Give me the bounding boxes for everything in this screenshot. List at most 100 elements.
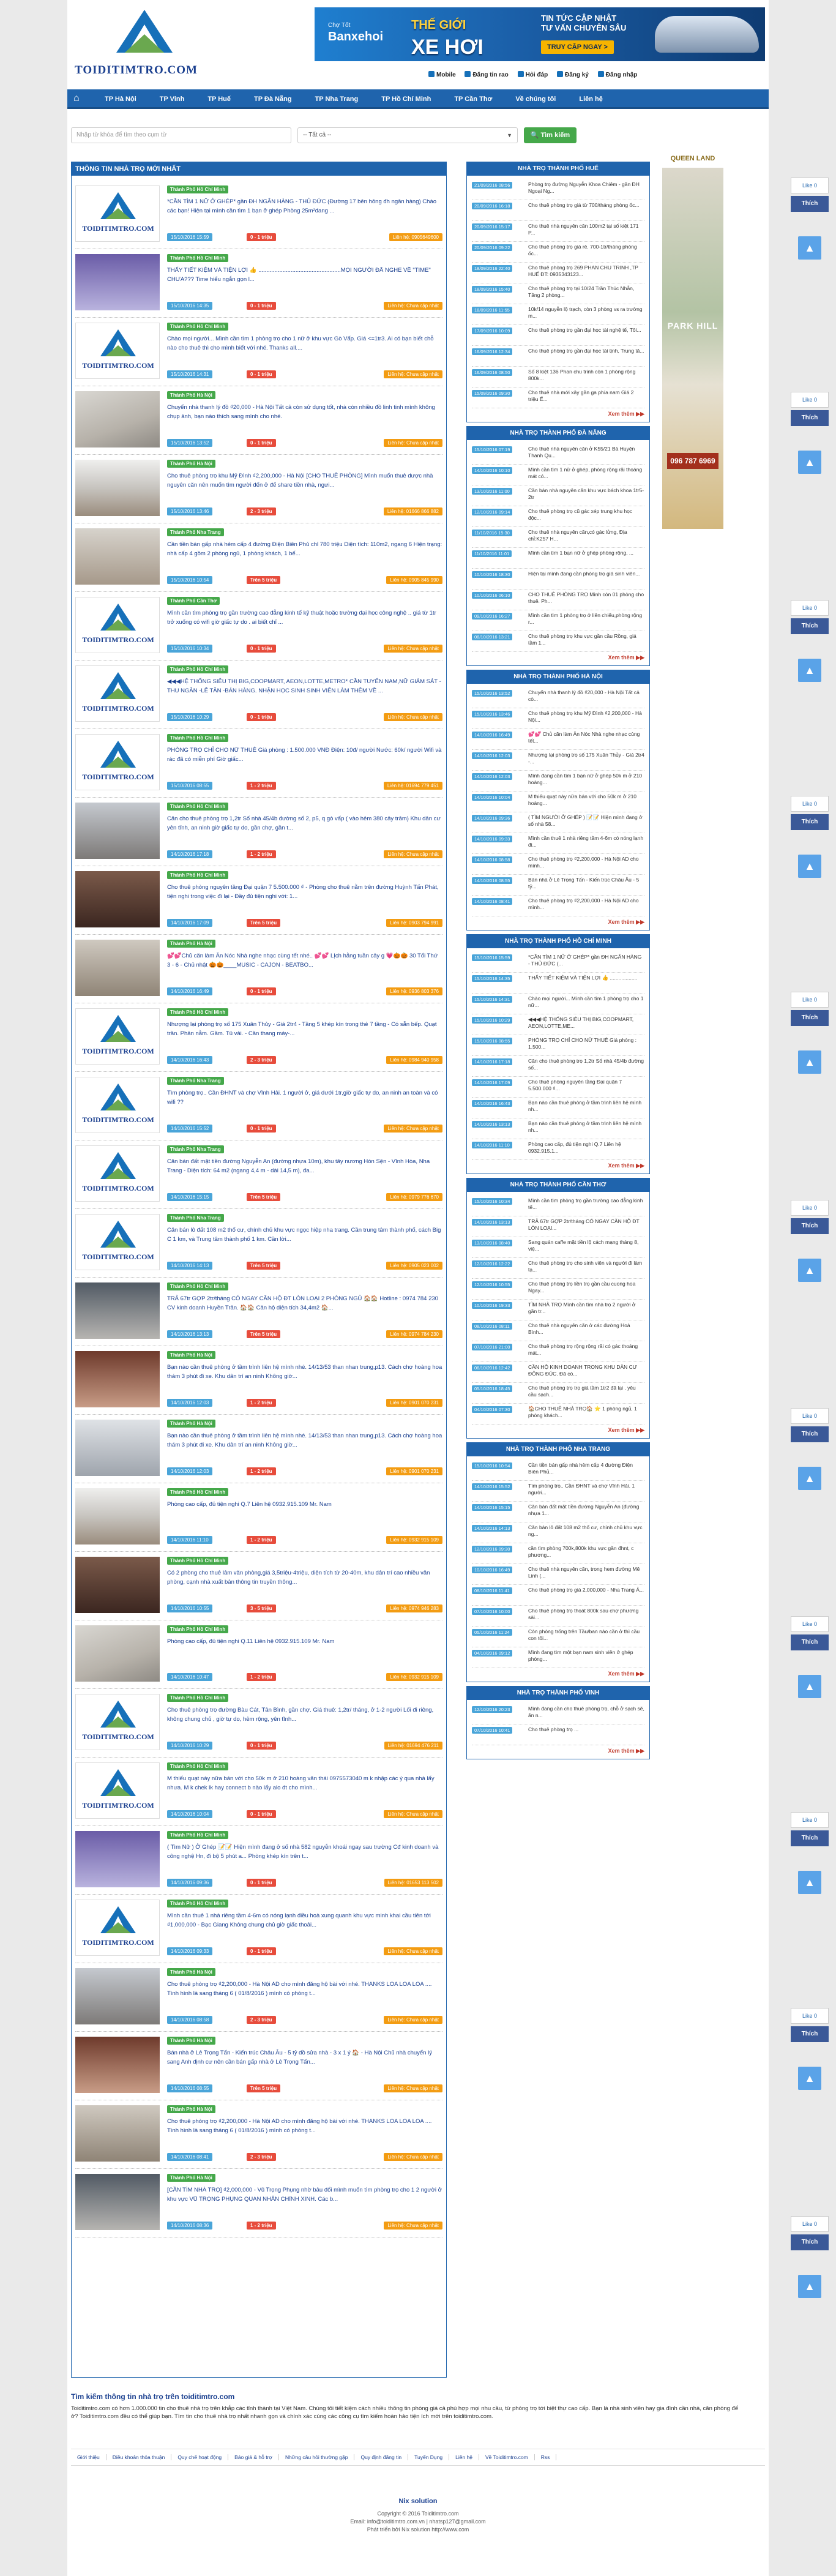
city-item-text[interactable]: 10k/14 nguyễn lộ trạch, còn 3 phòng vs r…: [528, 306, 644, 321]
city-box-title[interactable]: NHÀ TRỌ THÀNH PHỐ VINH: [467, 1687, 649, 1700]
listing-item[interactable]: Thành Phố Hồ Chí Minh Cho thuê phòng nguy…: [75, 866, 442, 935]
listing-item[interactable]: Thành Phố Hồ Chí Minh Căn cho thuê phòng …: [75, 798, 442, 866]
facebook-like-count[interactable]: Like 0: [791, 1200, 829, 1216]
facebook-like-button[interactable]: Thích: [791, 410, 829, 426]
listing-category[interactable]: Thành Phố Hồ Chí Minh: [167, 1762, 229, 1770]
facebook-like-button[interactable]: Thích: [791, 618, 829, 634]
city-item-text[interactable]: Cho thuê phòng trọ gần đại học tài nghệ …: [528, 327, 644, 342]
city-item-text[interactable]: TÌM NHÀ TRỌ Mình cần tìm nhà trọ 2 người…: [528, 1301, 644, 1316]
footer-link[interactable]: Về Toiditimtro.com: [479, 2454, 535, 2460]
city-box-item[interactable]: 14/10/2016 17:09 Cho thuê phòng nguyên tầ…: [472, 1077, 644, 1098]
listing-thumbnail[interactable]: [75, 1557, 160, 1613]
city-item-text[interactable]: Cho thuê phòng trọ trọ giá tầm 1tr2 đã l…: [528, 1385, 644, 1399]
see-more-link[interactable]: Xem thêm ▶▶: [472, 1425, 644, 1436]
facebook-like-count[interactable]: Like 0: [791, 392, 829, 408]
facebook-like-count[interactable]: Like 0: [791, 1812, 829, 1828]
city-item-text[interactable]: 💕💕 Chủ căn làm Ăn Nóc Nhà nghe nhạc cùng…: [528, 731, 644, 746]
facebook-share-widget[interactable]: Like 0 Thích ▲: [791, 1616, 829, 1698]
city-box-item[interactable]: 08/10/2016 11:41 Cho thuê phòng trọ giá 2…: [472, 1585, 644, 1606]
listing-item[interactable]: Thành Phố Hà Nội Bạn nào cần thuê phòng ở…: [75, 1415, 442, 1483]
see-more-link[interactable]: Xem thêm ▶▶: [472, 1160, 644, 1171]
listing-title[interactable]: Cho thuê phòng trọ đường Bàu Cát, Tân Bì…: [167, 1705, 442, 1724]
city-box-item[interactable]: 14/10/2016 13:13 TRẢ 67tr GỢP 2tr/tháng C…: [472, 1216, 644, 1237]
listing-category[interactable]: Thành Phố Hồ Chí Minh: [167, 1282, 229, 1290]
city-box-item[interactable]: 14/10/2016 08:41 Cho thuê phòng trọ ₫2,20…: [472, 896, 644, 916]
city-box-item[interactable]: 15/10/2016 08:55 PHÒNG TRỌ CHỈ CHO NỮ THU…: [472, 1035, 644, 1056]
listing-thumbnail[interactable]: [75, 940, 160, 996]
search-button[interactable]: 🔍 Tìm kiếm: [524, 127, 577, 143]
listing-thumbnail[interactable]: [75, 871, 160, 927]
city-box-item[interactable]: 14/10/2016 10:10 Mình cần tìm 1 nữ ở ghép…: [472, 465, 644, 485]
city-item-text[interactable]: Cho thuê phòng trọ ₫2,200,000 - Hà Nội A…: [528, 856, 644, 871]
mobile-link[interactable]: Mobile: [428, 71, 456, 78]
footer-link[interactable]: Liên hệ: [449, 2454, 479, 2460]
city-box-item[interactable]: 15/10/2016 14:31 Chào mọi người... Mình c…: [472, 994, 644, 1014]
city-box-item[interactable]: 12/10/2016 10:55 Cho thuê phòng trọ liền …: [472, 1279, 644, 1300]
listing-item[interactable]: TOIDITIMTRO.COM Thành Phố Hồ Chí Minh M th…: [75, 1758, 442, 1826]
city-item-text[interactable]: Còn phòng trống trên Tầu/ban nào cần ở t…: [528, 1628, 644, 1643]
city-item-text[interactable]: Cho thuê nhà nguyên căn, trong hem đường…: [528, 1566, 644, 1581]
login-link[interactable]: Đăng nhập: [597, 71, 637, 78]
facebook-share-widget[interactable]: Like 0 Thích ▲: [791, 600, 829, 682]
listing-title[interactable]: [CẦN TÌM NHÀ TRỌ] ₫2,000,000 - Vũ Trọng …: [167, 2185, 442, 2204]
facebook-like-button[interactable]: Thích: [791, 1426, 829, 1442]
city-box-item[interactable]: 15/10/2016 10:34 Mình cần tìm phòng trọ g…: [472, 1196, 644, 1216]
nav-item-4[interactable]: TP Nha Trang: [304, 89, 370, 109]
city-box-item[interactable]: 08/10/2016 13:21 Cho thuê phòng trọ khu v…: [472, 631, 644, 652]
city-item-text[interactable]: Căn bán đất mặt tiền đường Nguyễn An (đư…: [528, 1503, 644, 1518]
listing-thumbnail[interactable]: TOIDITIMTRO.COM: [75, 323, 160, 379]
city-box-item[interactable]: 14/10/2016 15:52 Tìm phòng trọ.. Cần ĐHNT…: [472, 1481, 644, 1502]
footer-link[interactable]: Quy chế hoạt động: [171, 2454, 229, 2460]
city-item-text[interactable]: Cho thuê phòng trọ giá từ 700/tháng phòn…: [528, 202, 644, 217]
city-box-item[interactable]: 11/10/2016 11:01 Mình cần tìm 1 bạn nữ ở …: [472, 548, 644, 569]
see-more-link[interactable]: Xem thêm ▶▶: [472, 916, 644, 927]
listing-title[interactable]: Phòng cao cấp, đủ tiện nghi Q.7 Liên hệ …: [167, 1500, 442, 1518]
city-item-text[interactable]: Cho thuê phòng trọ ...: [528, 1726, 644, 1741]
see-more-link[interactable]: Xem thêm ▶▶: [472, 652, 644, 663]
listing-item[interactable]: Thành Phố Hà Nội 💕💕Chủ căn làm Ăn Nóc Nhà…: [75, 935, 442, 1003]
facebook-share-widget[interactable]: Like 0 Thích ▲: [791, 392, 829, 474]
city-box-item[interactable]: 12/10/2016 12:22 Cho thuê phòng trọ cho s…: [472, 1258, 644, 1279]
listing-category[interactable]: Thành Phố Hà Nội: [167, 1351, 215, 1359]
city-box-item[interactable]: 10/10/2016 18:30 Hiện tại mình đang cần p…: [472, 569, 644, 590]
listing-item[interactable]: TOIDITIMTRO.COM Thành Phố Hồ Chí Minh Chào…: [75, 318, 442, 386]
facebook-share-widget[interactable]: Like 0 Thích ▲: [791, 2008, 829, 2090]
scroll-up-icon[interactable]: ▲: [798, 659, 821, 682]
listing-thumbnail[interactable]: [75, 528, 160, 585]
listing-category[interactable]: Thành Phố Nha Trang: [167, 1214, 224, 1222]
city-box-item[interactable]: 18/09/2016 22:40 Cho thuê phòng trọ 269 P…: [472, 263, 644, 283]
city-box-item[interactable]: 17/09/2016 10:09 Cho thuê phòng trọ gần đ…: [472, 325, 644, 346]
city-box-title[interactable]: NHÀ TRỌ THÀNH PHỐ HÀ NỘI: [467, 670, 649, 684]
footer-link[interactable]: Quy định đăng tin: [354, 2454, 409, 2460]
city-box-item[interactable]: 16/09/2016 08:50 Số 8 kiệt 136 Phan chu t…: [472, 367, 644, 388]
city-item-text[interactable]: ◀◀◀HỆ THỐNG SIÊU THỊ BIG,COOPMART, AEON,…: [528, 1016, 644, 1031]
city-box-item[interactable]: 09/10/2016 16:27 Mình cần tìm 1 phòng trọ…: [472, 610, 644, 631]
listing-title[interactable]: *CẦN TÌM 1 NỮ Ở GHÉP* gần ĐH NGÂN HÀNG -…: [167, 197, 442, 215]
city-box-item[interactable]: 08/10/2016 08:11 Cho thuê nhà nguyên căn …: [472, 1320, 644, 1341]
listing-category[interactable]: Thành Phố Hồ Chí Minh: [167, 871, 229, 879]
listing-thumbnail[interactable]: [75, 254, 160, 310]
nav-item-0[interactable]: TP Hà Nội: [93, 89, 148, 109]
facebook-like-button[interactable]: Thích: [791, 1634, 829, 1650]
city-item-text[interactable]: Phòng cao cấp, đủ tiện nghi Q.7 Liên hệ …: [528, 1141, 644, 1156]
listing-item[interactable]: TOIDITIMTRO.COM Thành Phố Hồ Chí Minh PHÒN…: [75, 729, 442, 798]
listing-title[interactable]: Tìm phòng trọ.. Cần ĐHNT và chợ Vĩnh Hải…: [167, 1088, 442, 1107]
city-select[interactable]: -- Tất cả -- ▼: [297, 127, 518, 143]
listing-thumbnail[interactable]: TOIDITIMTRO.COM: [75, 1145, 160, 1202]
city-item-text[interactable]: Cho thuê phòng trọ 269 PHAN CHU TRINH ,T…: [528, 264, 644, 279]
city-item-text[interactable]: *CẦN TÌM 1 NỮ Ở GHÉP* gần ĐH NGÂN HÀNG -…: [528, 954, 644, 968]
city-box-item[interactable]: 21/09/2016 08:56 Phòng trọ đường Nguyễn K…: [472, 179, 644, 200]
scroll-up-icon[interactable]: ▲: [798, 855, 821, 878]
city-box-item[interactable]: 05/10/2016 18:45 Cho thuê phòng trọ trọ g…: [472, 1383, 644, 1404]
facebook-like-button[interactable]: Thích: [791, 814, 829, 830]
listing-title[interactable]: Cho thuê phòng trọ khu Mỹ Đình ₫2,200,00…: [167, 471, 442, 490]
city-item-text[interactable]: Căn cho thuê phòng trọ 1,2tr Số nhà 45/4…: [528, 1058, 644, 1073]
facebook-like-count[interactable]: Like 0: [791, 992, 829, 1008]
see-more-link[interactable]: Xem thêm ▶▶: [472, 1668, 644, 1679]
listing-item[interactable]: TOIDITIMTRO.COM Thành Phố Hồ Chí Minh ◀◀◀H…: [75, 661, 442, 729]
listing-item[interactable]: Thành Phố Hà Nội Cho thuê phòng trọ khu M…: [75, 455, 442, 523]
city-box-item[interactable]: 12/10/2016 09:14 Cho thuê phòng trọ cũ gá…: [472, 506, 644, 527]
listing-thumbnail[interactable]: [75, 460, 160, 516]
listing-category[interactable]: Thành Phố Hồ Chí Minh: [167, 254, 229, 262]
city-box-item[interactable]: 14/10/2016 09:36 ( TÌM NGƯỜI Ở GHÉP ) 📝📝 …: [472, 812, 644, 833]
